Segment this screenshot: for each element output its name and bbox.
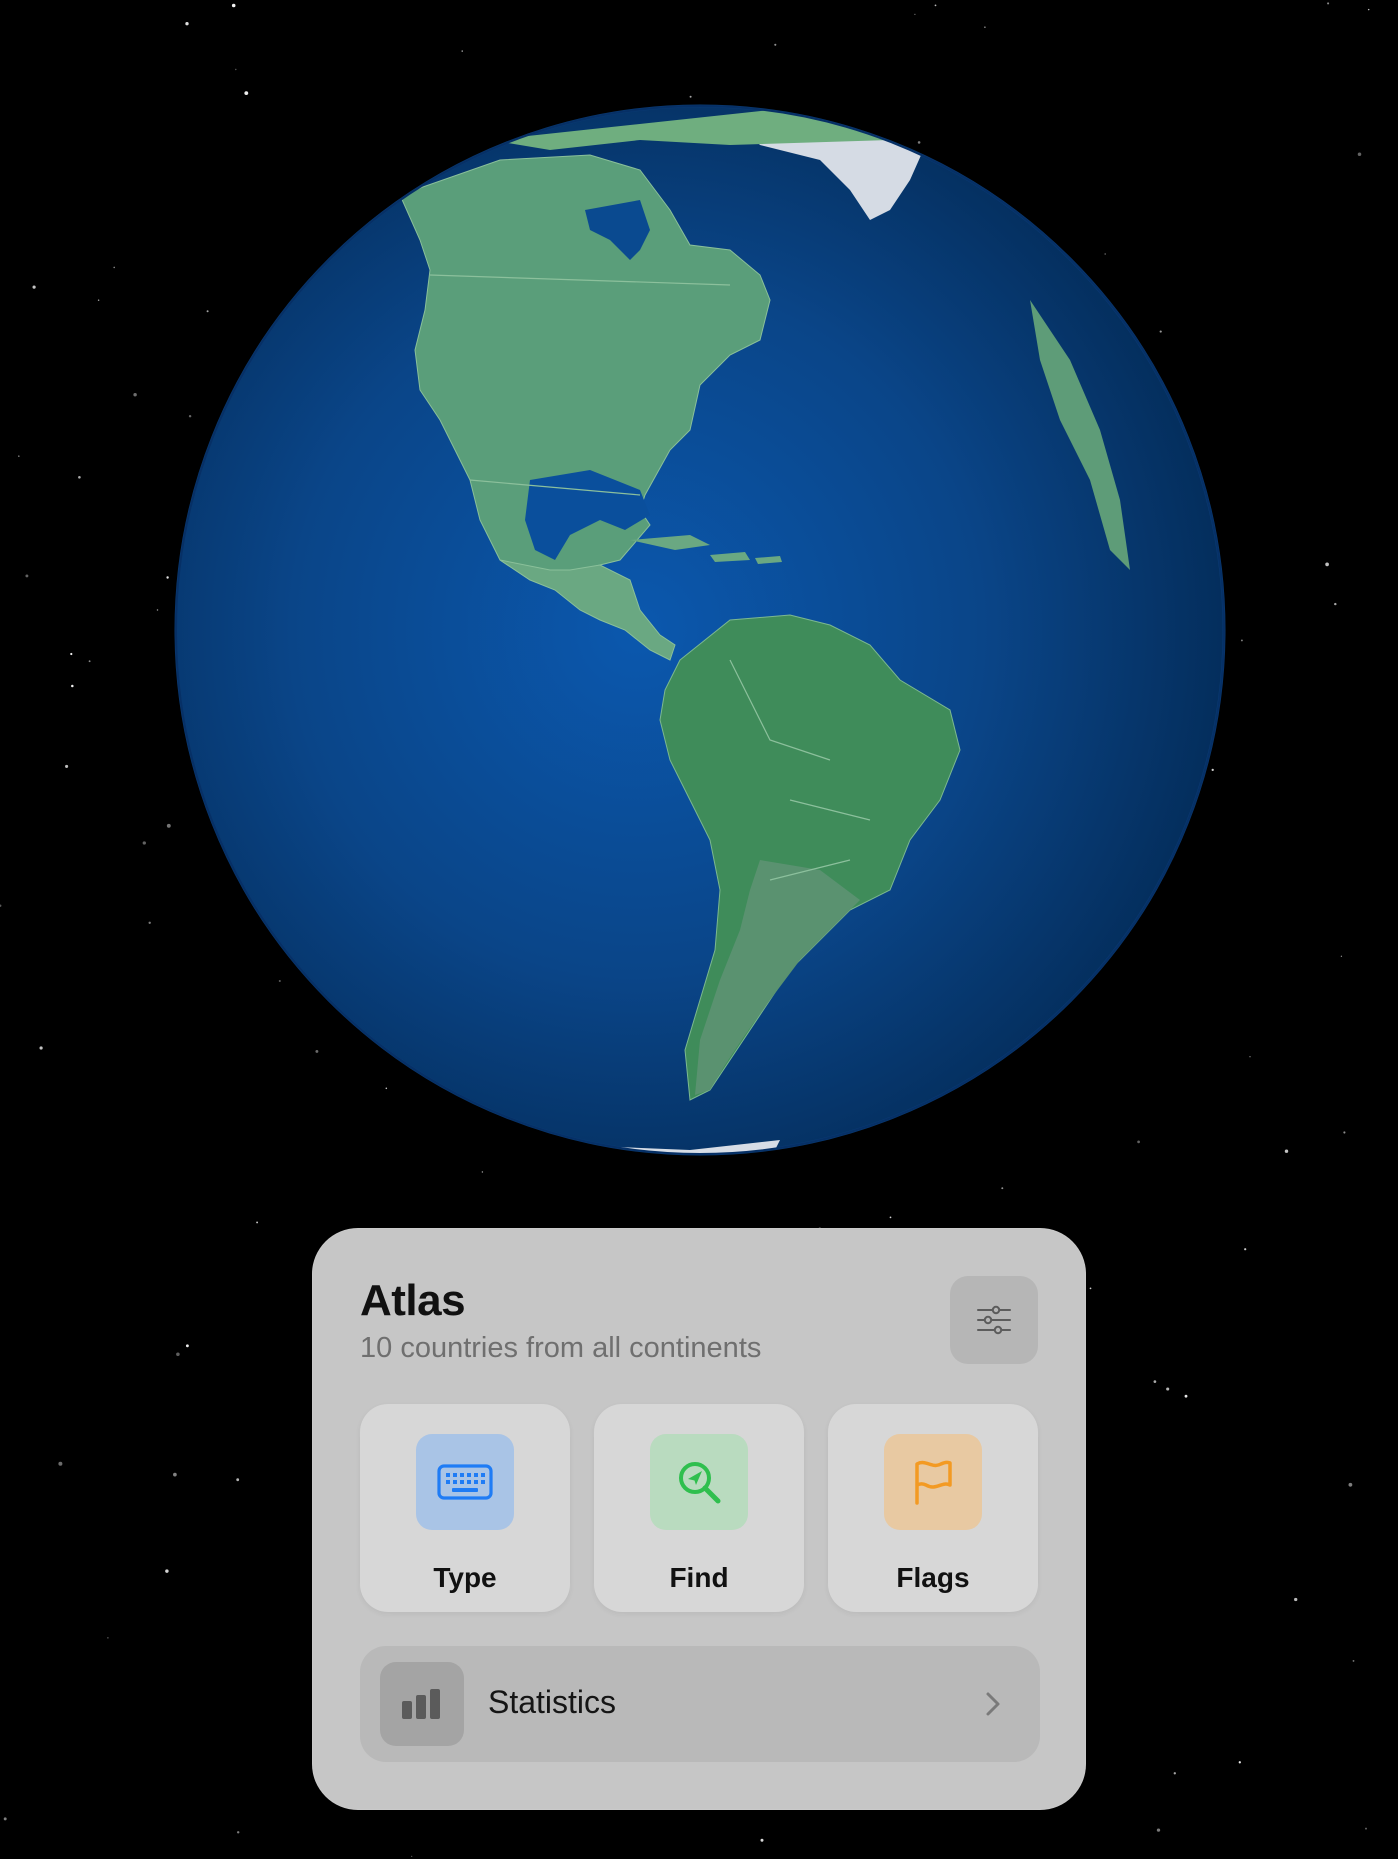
star xyxy=(1343,1131,1346,1134)
flag-icon xyxy=(915,1460,952,1505)
star xyxy=(1284,1149,1289,1153)
star xyxy=(774,43,777,46)
star xyxy=(1334,602,1337,606)
star xyxy=(481,1171,484,1173)
star xyxy=(1249,1055,1251,1058)
star xyxy=(176,1352,180,1357)
star xyxy=(1327,2,1330,5)
find-icon-box xyxy=(650,1434,748,1530)
statistics-icon-box xyxy=(380,1662,464,1746)
star xyxy=(133,392,137,397)
star xyxy=(1367,8,1370,11)
star xyxy=(1348,1482,1353,1487)
star xyxy=(142,841,146,845)
star xyxy=(39,1046,43,1050)
star xyxy=(256,1221,259,1224)
star xyxy=(18,455,20,457)
atlas-panel: Atlas 10 countries from all continents T… xyxy=(312,1228,1086,1810)
statistics-label: Statistics xyxy=(488,1684,617,1720)
star xyxy=(914,13,916,16)
star xyxy=(760,1838,764,1842)
star xyxy=(1166,1387,1170,1391)
star xyxy=(934,4,937,7)
chevron-right-icon xyxy=(986,1692,1000,1716)
magnifier-location-icon xyxy=(679,1462,721,1504)
star xyxy=(236,1831,240,1834)
flags-mode-tile[interactable]: Flags xyxy=(828,1404,1038,1612)
star xyxy=(3,1817,7,1821)
globe[interactable] xyxy=(170,100,1230,1160)
star xyxy=(185,22,189,26)
star xyxy=(88,660,91,663)
sliders-icon xyxy=(977,1305,1011,1335)
star xyxy=(1294,1597,1298,1602)
star xyxy=(1325,562,1329,567)
settings-button[interactable] xyxy=(950,1276,1038,1364)
star xyxy=(58,1461,63,1466)
statistics-row[interactable]: Statistics xyxy=(360,1646,1040,1762)
panel-title: Atlas xyxy=(360,1276,466,1325)
star xyxy=(235,68,237,71)
star xyxy=(1352,1659,1355,1662)
star xyxy=(1184,1394,1188,1398)
star xyxy=(107,1637,109,1639)
star xyxy=(78,476,81,479)
star xyxy=(1001,1187,1004,1190)
star xyxy=(1244,1248,1247,1251)
find-mode-tile[interactable]: Find xyxy=(594,1404,804,1612)
star xyxy=(244,91,249,96)
bar-chart-icon xyxy=(402,1689,440,1719)
star xyxy=(65,764,69,768)
flags-label: Flags xyxy=(896,1562,970,1593)
star xyxy=(1238,1761,1241,1764)
star xyxy=(32,285,36,289)
star xyxy=(185,1344,189,1348)
keyboard-icon xyxy=(437,1464,493,1500)
star xyxy=(1153,1380,1157,1383)
star xyxy=(0,904,2,907)
star xyxy=(166,576,169,579)
star xyxy=(70,652,73,656)
star xyxy=(71,684,74,688)
star xyxy=(1156,1828,1161,1832)
star xyxy=(889,1216,892,1219)
star xyxy=(156,609,159,611)
star xyxy=(1089,1287,1092,1290)
star xyxy=(25,574,29,578)
star xyxy=(148,921,151,924)
type-mode-tile[interactable]: Type xyxy=(360,1404,570,1612)
star xyxy=(113,266,116,269)
type-icon-box xyxy=(416,1434,514,1530)
star xyxy=(411,1855,413,1858)
star xyxy=(689,95,692,98)
star xyxy=(236,1478,240,1482)
panel-subtitle: 10 countries from all continents xyxy=(360,1332,762,1364)
star xyxy=(165,1569,169,1573)
star xyxy=(231,3,236,8)
type-label: Type xyxy=(433,1562,497,1593)
star xyxy=(1173,1772,1176,1775)
star xyxy=(97,299,100,301)
star xyxy=(173,1472,177,1477)
star xyxy=(984,26,986,28)
star xyxy=(1365,1827,1367,1830)
star xyxy=(1240,639,1243,642)
find-label: Find xyxy=(669,1562,729,1593)
star xyxy=(1340,955,1343,957)
flags-icon-box xyxy=(884,1434,982,1530)
star xyxy=(461,50,463,52)
star xyxy=(1357,152,1362,156)
